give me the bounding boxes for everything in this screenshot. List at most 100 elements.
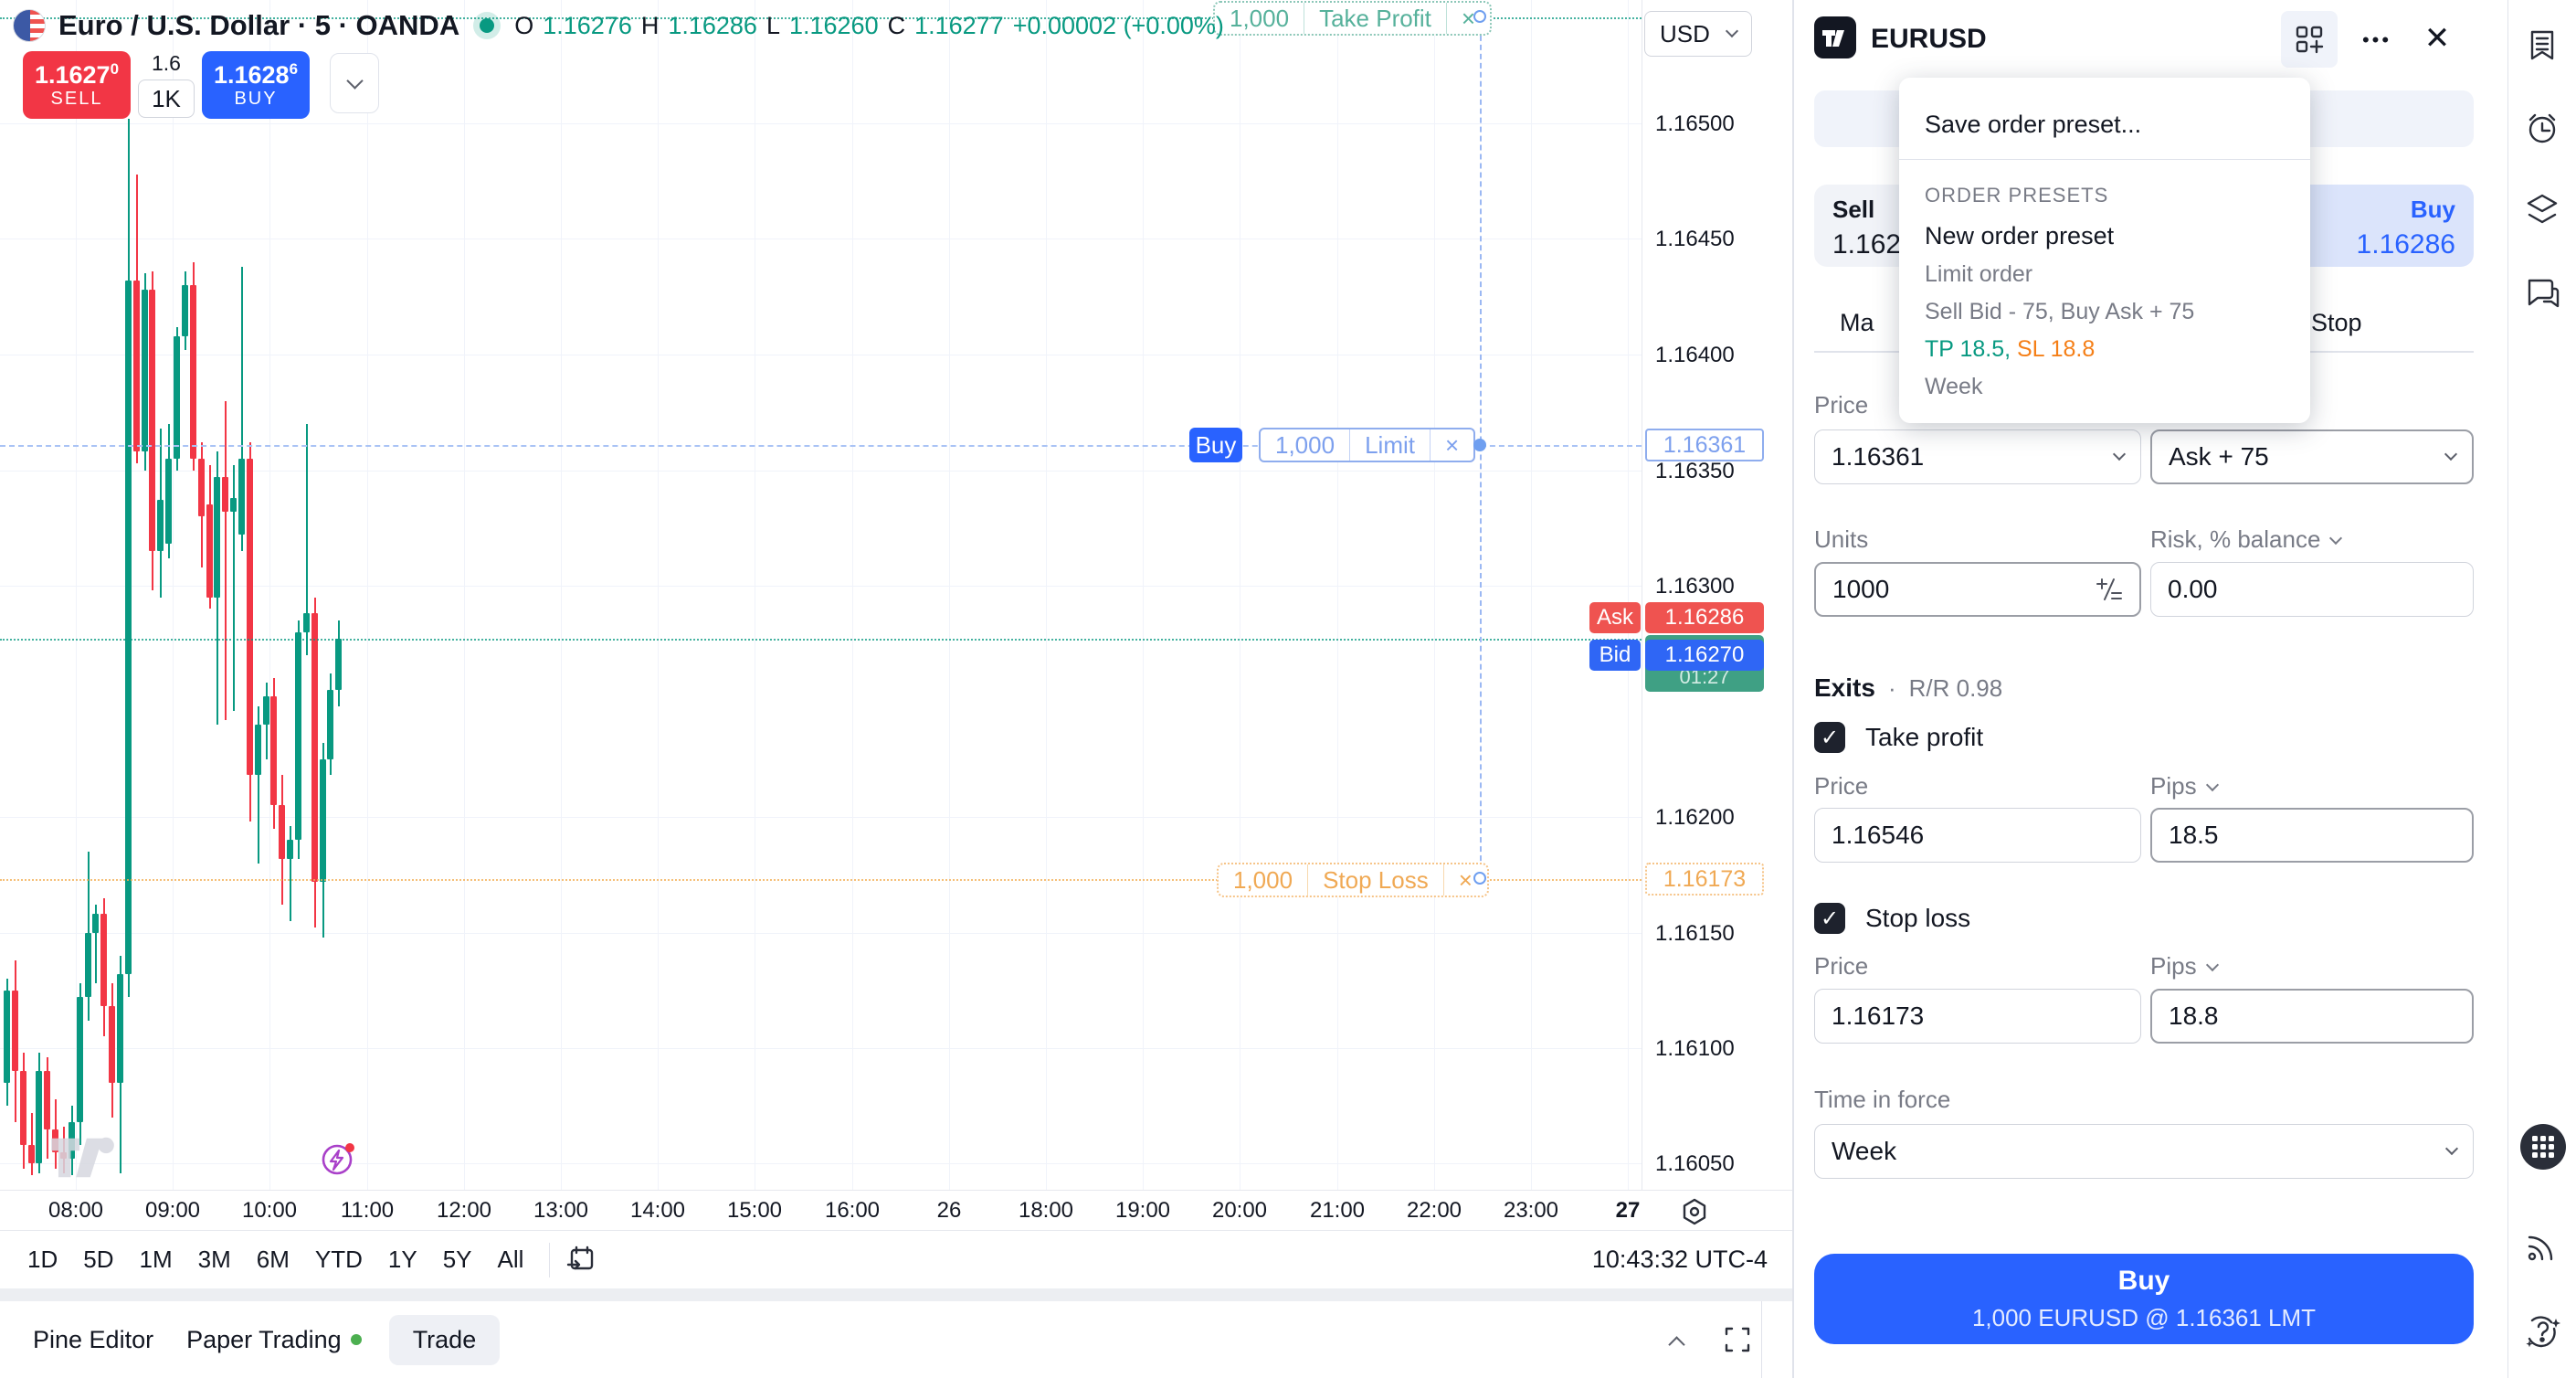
units-value: 1000 xyxy=(1832,575,1889,604)
tab-paper-trading[interactable]: Paper Trading xyxy=(186,1326,362,1354)
right-sidebar[interactable] xyxy=(2507,0,2576,1378)
buy-limit-price-tag[interactable]: 1.16361 xyxy=(1645,429,1764,461)
range-button-3m[interactable]: 3M xyxy=(185,1240,244,1279)
candle xyxy=(270,696,277,805)
stop-loss-price-tag[interactable]: 1.16173 xyxy=(1645,863,1764,896)
sl-price-label: Price xyxy=(1814,952,1868,980)
candle xyxy=(295,632,301,840)
tab-pine-editor[interactable]: Pine Editor xyxy=(33,1326,153,1354)
buy-limit-handle[interactable] xyxy=(1473,439,1486,451)
stop-loss-row: ✓ Stop loss xyxy=(1814,903,1970,934)
risk-mode-select[interactable]: Risk, % balance xyxy=(2150,525,2340,554)
price-axis[interactable]: 1.165001.164501.164001.163501.163001.162… xyxy=(1642,0,1795,1190)
take-profit-qty[interactable]: 1,000 xyxy=(1215,3,1304,34)
range-button-1d[interactable]: 1D xyxy=(15,1240,70,1279)
new-order-preset-item[interactable]: New order preset Limit order Sell Bid - … xyxy=(1899,209,2310,413)
economic-event-icon[interactable] xyxy=(320,1140,356,1177)
symbol-bar[interactable]: Euro / U.S. Dollar · 5 · OANDA O1.16276 … xyxy=(13,7,1224,44)
stop-loss-label-box[interactable]: 1,000 Stop Loss × xyxy=(1217,863,1489,897)
price-mode-select[interactable]: Ask + 75 xyxy=(2150,429,2474,484)
candle xyxy=(133,281,140,451)
tp-price-input[interactable]: 1.16546 xyxy=(1814,808,2141,863)
time-in-force-select[interactable]: Week xyxy=(1814,1124,2474,1179)
preset-tp: TP 18.5, xyxy=(1925,336,2011,362)
alerts-icon[interactable] xyxy=(2522,108,2562,148)
stop-loss-handle[interactable] xyxy=(1473,872,1486,885)
buy-limit-close-icon[interactable]: × xyxy=(1431,429,1473,461)
range-button-1m[interactable]: 1M xyxy=(127,1240,185,1279)
price-axis-label: 1.16500 xyxy=(1655,111,1735,137)
tab-stop[interactable]: Stop xyxy=(2311,309,2362,337)
chevron-down-icon xyxy=(2206,958,2219,970)
limit-price-select[interactable]: 1.16361 xyxy=(1814,429,2141,484)
time-axis[interactable]: 08:0009:0010:0011:0012:0013:0014:0015:00… xyxy=(0,1190,1795,1230)
save-order-preset-item[interactable]: Save order preset... xyxy=(1899,101,2310,159)
formula-plus-equals-icon[interactable] xyxy=(2096,578,2123,601)
stop-loss-checkbox[interactable]: ✓ xyxy=(1814,903,1845,934)
price-axis-label: 1.16350 xyxy=(1655,459,1735,484)
help-icon[interactable] xyxy=(2522,1310,2562,1351)
candle xyxy=(263,696,269,725)
units-input[interactable]: 1000 xyxy=(1814,562,2141,617)
buy-limit-badge[interactable]: Buy xyxy=(1189,428,1242,462)
sl-pips-input[interactable]: 18.8 xyxy=(2150,989,2474,1044)
watchlist-icon[interactable] xyxy=(2522,26,2562,66)
range-button-all[interactable]: All xyxy=(485,1240,537,1279)
buy-limit-label-box[interactable]: 1,000 Limit × xyxy=(1259,428,1475,462)
chat-icon[interactable] xyxy=(2522,272,2562,313)
bottom-tabs-bar[interactable]: Pine Editor Paper Trading Trade xyxy=(0,1301,1792,1378)
apps-grid-button[interactable] xyxy=(2520,1124,2566,1170)
take-profit-handle[interactable] xyxy=(1473,10,1486,23)
time-axis-label: 23:00 xyxy=(1504,1198,1558,1224)
go-to-date-icon[interactable] xyxy=(563,1242,599,1278)
axis-settings-gear-icon[interactable] xyxy=(1679,1196,1710,1227)
fullscreen-icon[interactable] xyxy=(1719,1321,1756,1358)
range-button-5y[interactable]: 5Y xyxy=(430,1240,485,1279)
order-presets-menu[interactable]: Save order preset... ORDER PRESETS New o… xyxy=(1899,78,2310,423)
instant-trade-widget[interactable]: 1.16270 SELL 1.6 1K 1.16286 BUY xyxy=(23,51,366,119)
lot-size-box[interactable]: 1K xyxy=(138,80,195,118)
range-button-6m[interactable]: 6M xyxy=(244,1240,302,1279)
range-button-ytd[interactable]: YTD xyxy=(302,1240,375,1279)
tp-pips-select[interactable]: Pips xyxy=(2150,772,2217,800)
sl-pips-select[interactable]: Pips xyxy=(2150,952,2217,980)
range-toolbar[interactable]: 1D5D1M3M6MYTD1Y5YAll 10:43:32 UTC-4 xyxy=(0,1230,1795,1288)
tab-market-partial[interactable]: Ma xyxy=(1840,309,1874,337)
sell-button[interactable]: 1.16270 SELL xyxy=(23,51,131,119)
tp-pips-input[interactable]: 18.5 xyxy=(2150,808,2474,863)
buy-limit-type[interactable]: Limit xyxy=(1350,429,1430,461)
range-button-5d[interactable]: 5D xyxy=(70,1240,126,1279)
tab-trade[interactable]: Trade xyxy=(389,1315,501,1365)
collapse-panel-chevron-up-icon[interactable] xyxy=(1668,1336,1684,1352)
symbol-title[interactable]: Euro / U.S. Dollar · 5 · OANDA xyxy=(58,9,459,42)
currency-select[interactable]: USD xyxy=(1644,11,1752,57)
low-label: L xyxy=(766,12,780,40)
object-tree-layers-icon[interactable] xyxy=(2522,188,2562,228)
buy-button[interactable]: 1.16286 BUY xyxy=(202,51,310,119)
buy-label: BUY xyxy=(234,89,277,109)
submit-buy-button[interactable]: Buy 1,000 EURUSD @ 1.16361 LMT xyxy=(1814,1254,2474,1344)
sl-price-input[interactable]: 1.16173 xyxy=(1814,989,2141,1044)
close-panel-button[interactable]: ✕ xyxy=(2417,18,2457,58)
take-profit-checkbox[interactable]: ✓ xyxy=(1814,722,1845,753)
chart-plot[interactable]: 1,000 Take Profit × Buy 1,000 Limit × 1,… xyxy=(0,0,1642,1190)
clock[interactable]: 10:43:32 UTC-4 xyxy=(1592,1246,1768,1274)
trade-widget-expand-button[interactable] xyxy=(330,53,379,113)
stop-loss-label[interactable]: Stop Loss xyxy=(1308,864,1443,896)
paper-trading-status-dot xyxy=(351,1334,362,1345)
buy-price: 1.1628 xyxy=(214,61,290,89)
risk-input[interactable]: 0.00 xyxy=(2150,562,2474,617)
take-profit-label-box[interactable]: 1,000 Take Profit × xyxy=(1213,1,1492,36)
stop-loss-qty[interactable]: 1,000 xyxy=(1219,864,1307,896)
market-status-dot[interactable] xyxy=(480,18,494,33)
live-streams-icon[interactable] xyxy=(2522,1226,2562,1267)
buy-limit-qty[interactable]: 1,000 xyxy=(1261,429,1349,461)
candle-wick xyxy=(31,1113,33,1175)
take-profit-label[interactable]: Take Profit xyxy=(1304,3,1446,34)
more-options-button[interactable]: ••• xyxy=(2353,24,2401,57)
sl-pips-value: 18.8 xyxy=(2169,1002,2219,1031)
order-presets-button[interactable] xyxy=(2281,11,2338,68)
range-button-1y[interactable]: 1Y xyxy=(375,1240,430,1279)
candle xyxy=(20,1071,26,1145)
candle xyxy=(182,285,188,336)
